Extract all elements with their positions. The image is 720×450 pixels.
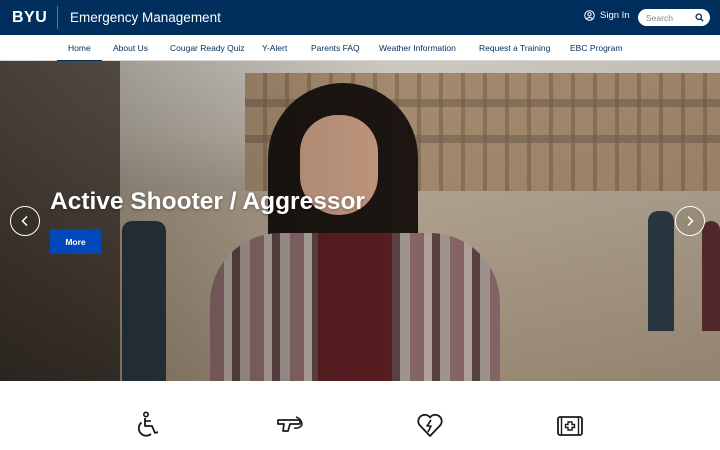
carousel-prev-button[interactable] <box>10 206 40 236</box>
main-nav: Home About Us Cougar Ready Quiz Y-Alert … <box>0 35 720 62</box>
search-input[interactable] <box>646 12 692 23</box>
nav-item-cougar-ready-quiz[interactable]: Cougar Ready Quiz <box>170 43 245 53</box>
chevron-left-icon <box>21 215 28 227</box>
nav-item-y-alert[interactable]: Y-Alert <box>262 43 287 53</box>
first-aid-kit-icon[interactable] <box>556 411 584 439</box>
nav-item-request-a-training[interactable]: Request a Training <box>479 43 550 53</box>
site-title[interactable]: Emergency Management <box>70 10 221 25</box>
nav-item-about-us[interactable]: About Us <box>113 43 148 53</box>
gun-icon[interactable] <box>276 411 304 439</box>
quick-links <box>0 381 720 450</box>
search-box[interactable] <box>638 9 710 26</box>
byu-logo[interactable]: BYU <box>12 9 47 27</box>
nav-item-weather-information[interactable]: Weather Information <box>379 43 456 53</box>
accessibility-icon[interactable] <box>134 411 162 439</box>
carousel-next-button[interactable] <box>675 206 705 236</box>
sign-in-button[interactable]: Sign In <box>584 10 630 21</box>
hero-carousel: Active Shooter / Aggressor More <box>0 61 720 381</box>
more-button[interactable]: More <box>50 229 101 254</box>
hero-overlay <box>0 61 720 381</box>
search-icon[interactable] <box>695 13 704 22</box>
nav-item-home[interactable]: Home <box>57 43 102 62</box>
chevron-right-icon <box>687 215 694 227</box>
heart-pulse-icon[interactable] <box>416 411 444 439</box>
nav-item-ebc-program[interactable]: EBC Program <box>570 43 622 53</box>
hero-title: Active Shooter / Aggressor <box>50 188 365 215</box>
site-header: BYU Emergency Management Sign In <box>0 0 720 35</box>
header-divider <box>57 6 58 29</box>
sign-in-label: Sign In <box>600 10 630 21</box>
nav-item-parents-faq[interactable]: Parents FAQ <box>311 43 360 53</box>
user-circle-icon <box>584 10 595 21</box>
